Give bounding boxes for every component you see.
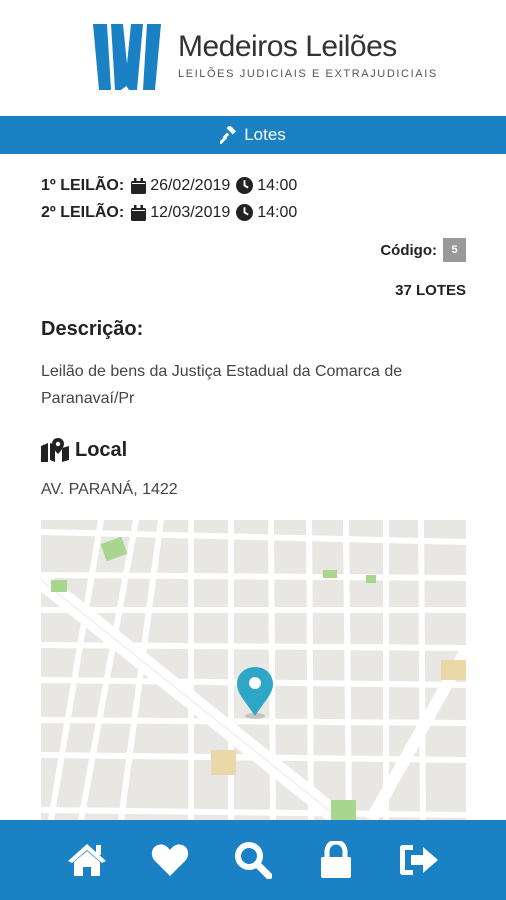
app-header: Medeiros Leilões LEILÕES JUDICIAIS E EXT… <box>0 0 506 116</box>
local-title-label: Local <box>75 438 128 461</box>
sign-out-button[interactable] <box>394 835 444 885</box>
search-icon <box>234 842 272 879</box>
home-icon <box>68 844 107 876</box>
sign-out-icon <box>399 845 438 875</box>
login-button[interactable] <box>311 835 361 885</box>
codigo-row: Código: 5 <box>380 238 466 262</box>
search-button[interactable] <box>228 835 278 885</box>
auction-date: 26/02/2019 <box>150 177 231 194</box>
lotes-count: 37 LOTES <box>395 282 466 299</box>
calendar-icon <box>131 177 147 194</box>
description-title: Descrição: <box>41 318 144 340</box>
auction-time: 14:00 <box>257 177 298 194</box>
section-bar-label: Lotes <box>244 125 286 144</box>
lock-icon <box>320 841 351 878</box>
logo-mark-icon <box>93 24 161 90</box>
auction-time: 14:00 <box>257 204 298 221</box>
auction-date: 12/03/2019 <box>150 204 231 221</box>
brand-tagline: LEILÕES JUDICIAIS E EXTRAJUDICIAIS <box>178 68 438 80</box>
auction-row-2: 2º LEILÃO: 12/03/2019 14:00 <box>41 199 297 226</box>
auction-dates: 1º LEILÃO: 26/02/2019 14:00 2º LEILÃO: 1… <box>41 172 297 226</box>
description-text: Leilão de bens da Justiça Estadual da Co… <box>41 363 403 407</box>
map-marked-icon <box>41 438 69 462</box>
heart-icon <box>152 844 189 876</box>
map-canvas <box>41 520 466 820</box>
brand-name: Medeiros Leilões <box>178 30 397 63</box>
auction-label: 1º LEILÃO: <box>41 177 125 194</box>
address: AV. PARANÁ, 1422 <box>41 481 178 498</box>
favorites-button[interactable] <box>145 835 195 885</box>
gavel-icon <box>220 126 236 144</box>
section-bar-lotes: Lotes <box>0 116 506 154</box>
codigo-badge: 5 <box>443 238 466 262</box>
clock-icon <box>236 204 254 221</box>
location-map[interactable] <box>41 520 466 820</box>
auction-label: 2º LEILÃO: <box>41 204 125 221</box>
calendar-icon <box>131 204 147 221</box>
bottom-nav <box>0 820 506 900</box>
home-button[interactable] <box>62 835 112 885</box>
clock-icon <box>236 177 254 194</box>
codigo-label: Código: <box>380 241 437 259</box>
auction-row-1: 1º LEILÃO: 26/02/2019 14:00 <box>41 172 297 199</box>
local-title: Local <box>41 438 127 462</box>
